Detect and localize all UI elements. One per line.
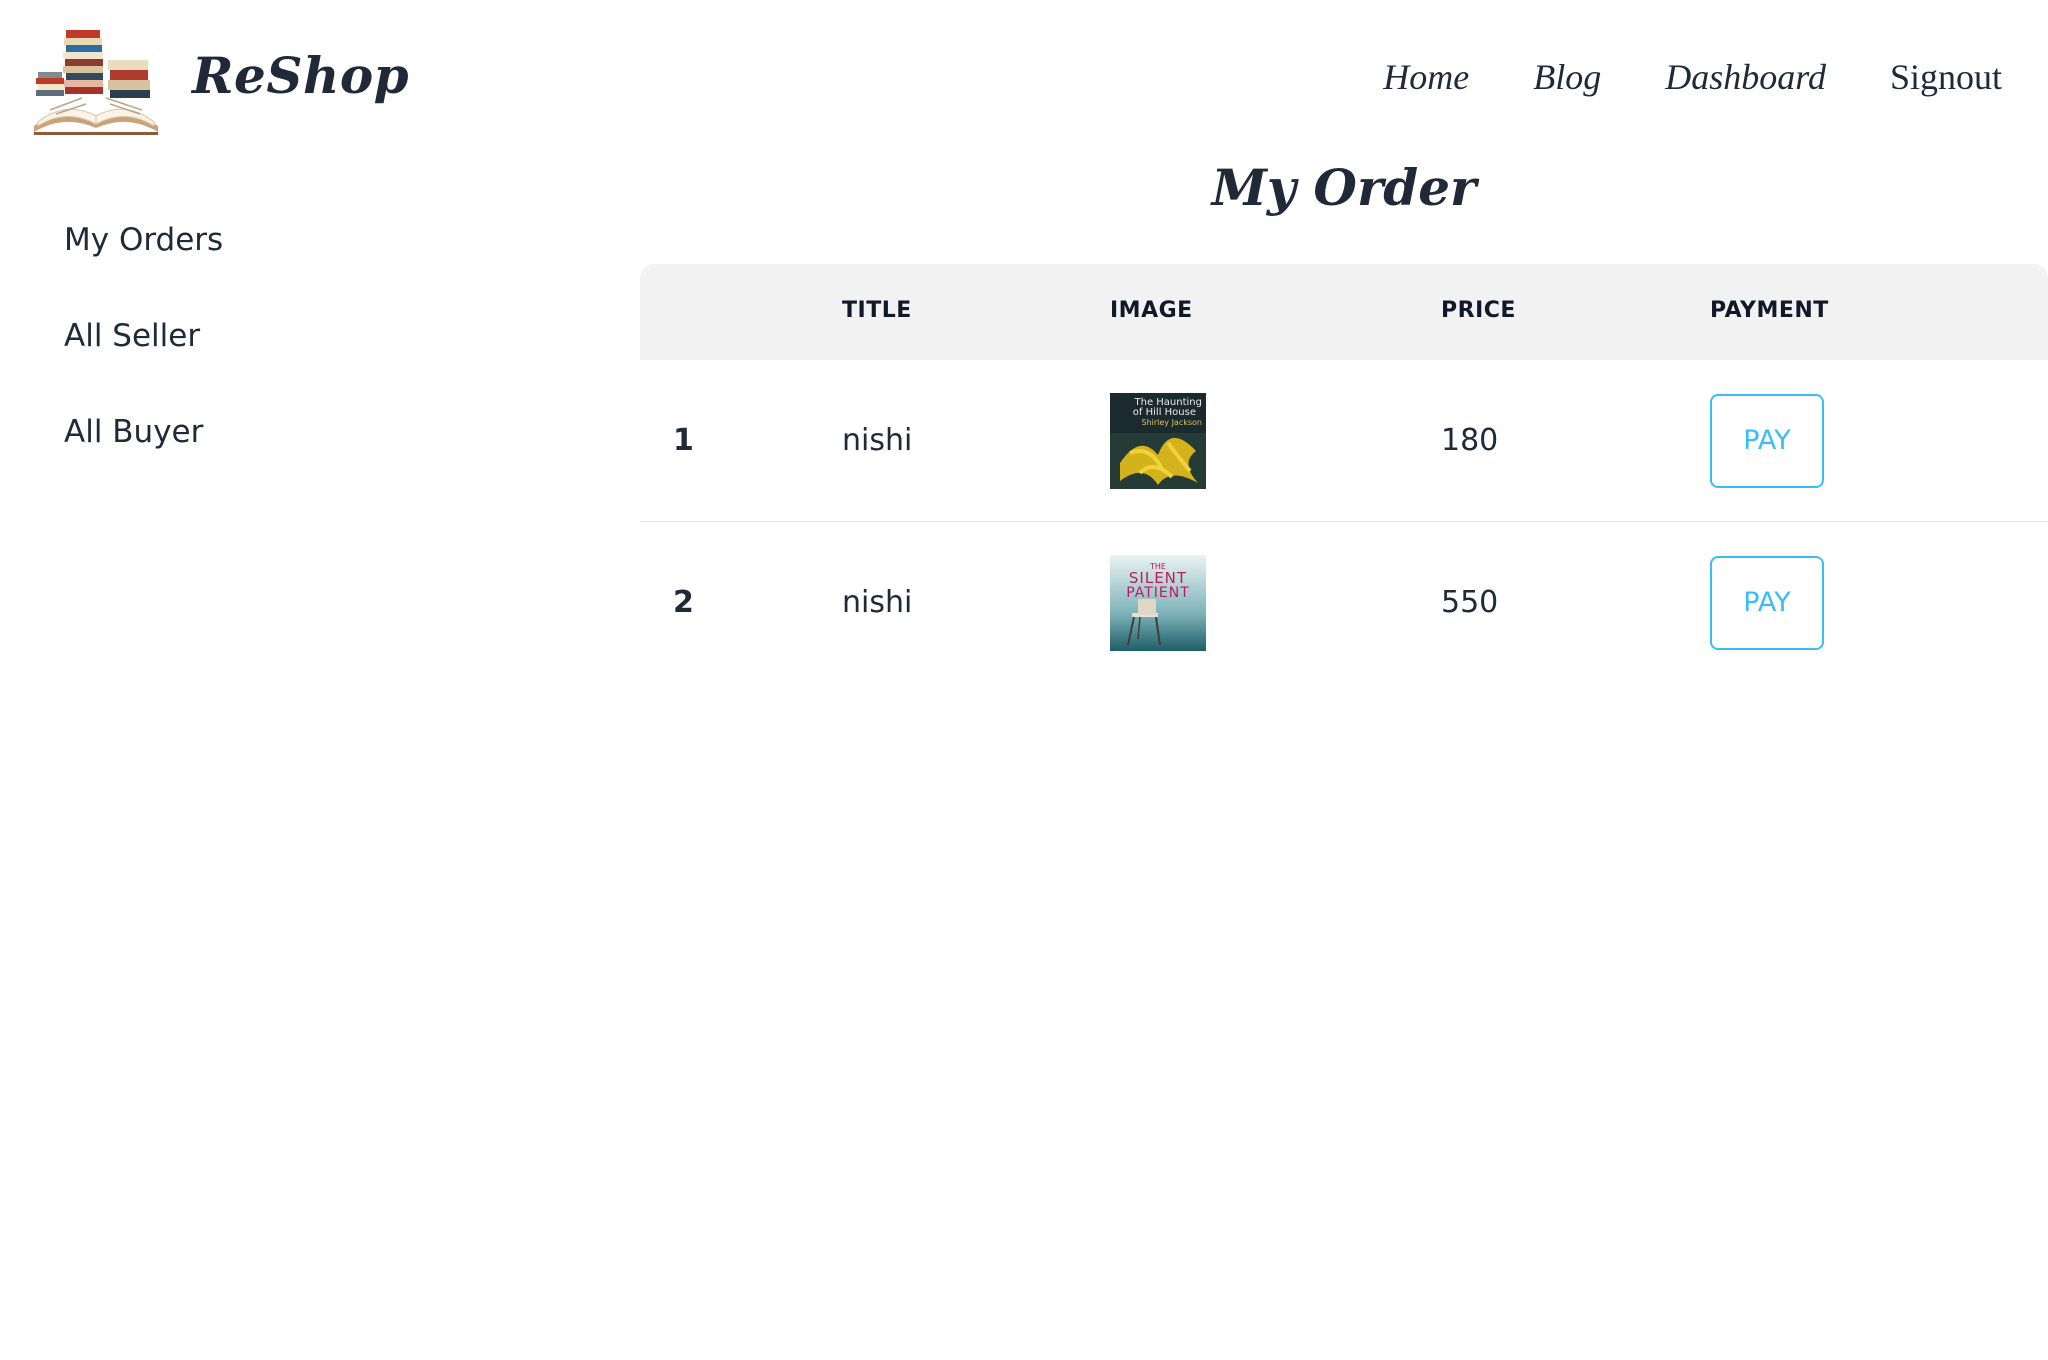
sidebar-item-my-orders[interactable]: My Orders bbox=[64, 218, 223, 314]
table-row: 2 nishi THE SILENT PATIENT 550 PAY bbox=[640, 522, 2048, 683]
row-index: 2 bbox=[673, 585, 694, 620]
page-title: My Order bbox=[1211, 158, 1477, 217]
books-stack-icon[interactable] bbox=[30, 22, 162, 142]
column-header-price: PRICE bbox=[1441, 298, 1516, 323]
nav-home-link[interactable]: Home bbox=[1383, 56, 1469, 98]
table-header: TITLE IMAGE PRICE PAYMENT bbox=[640, 264, 2048, 360]
cover-line-3: Shirley Jackson bbox=[1141, 418, 1202, 427]
pay-button[interactable]: PAY bbox=[1710, 555, 1824, 650]
row-title: nishi bbox=[842, 423, 913, 458]
orders-table: TITLE IMAGE PRICE PAYMENT 1 nishi The Ha… bbox=[640, 264, 2048, 683]
cover-line-3: PATIENT bbox=[1126, 585, 1190, 601]
row-image-cell: The Haunting of Hill House Shirley Jacks… bbox=[1110, 360, 1206, 521]
column-header-payment: PAYMENT bbox=[1710, 298, 1829, 323]
table-row: 1 nishi The Haunting of Hill House Shirl… bbox=[640, 360, 2048, 522]
nav-blog-link[interactable]: Blog bbox=[1533, 56, 1601, 98]
row-price: 550 bbox=[1441, 585, 1499, 620]
column-header-image: IMAGE bbox=[1110, 298, 1193, 323]
row-index: 1 bbox=[673, 423, 694, 458]
row-title: nishi bbox=[842, 585, 913, 620]
cover-line-2: of Hill House bbox=[1133, 407, 1196, 418]
page: ReShop Home Blog Dashboard Signout My Or… bbox=[0, 0, 2048, 1360]
pay-button[interactable]: PAY bbox=[1710, 393, 1824, 488]
brand-name[interactable]: ReShop bbox=[192, 46, 409, 105]
sidebar-item-all-buyer[interactable]: All Buyer bbox=[64, 410, 223, 506]
main-nav: Home Blog Dashboard Signout bbox=[1383, 56, 2002, 98]
book-cover-image: The Haunting of Hill House Shirley Jacks… bbox=[1110, 392, 1206, 489]
nav-signout-link[interactable]: Signout bbox=[1890, 56, 2002, 98]
top-navbar: ReShop Home Blog Dashboard Signout bbox=[0, 0, 2048, 160]
row-image-cell: THE SILENT PATIENT bbox=[1110, 522, 1206, 683]
row-price: 180 bbox=[1441, 423, 1499, 458]
book-cover-image: THE SILENT PATIENT bbox=[1110, 554, 1206, 651]
sidebar-item-all-seller[interactable]: All Seller bbox=[64, 314, 223, 410]
nav-dashboard-link[interactable]: Dashboard bbox=[1665, 56, 1826, 98]
column-header-title: TITLE bbox=[842, 298, 912, 323]
sidebar: My Orders All Seller All Buyer bbox=[64, 218, 223, 506]
